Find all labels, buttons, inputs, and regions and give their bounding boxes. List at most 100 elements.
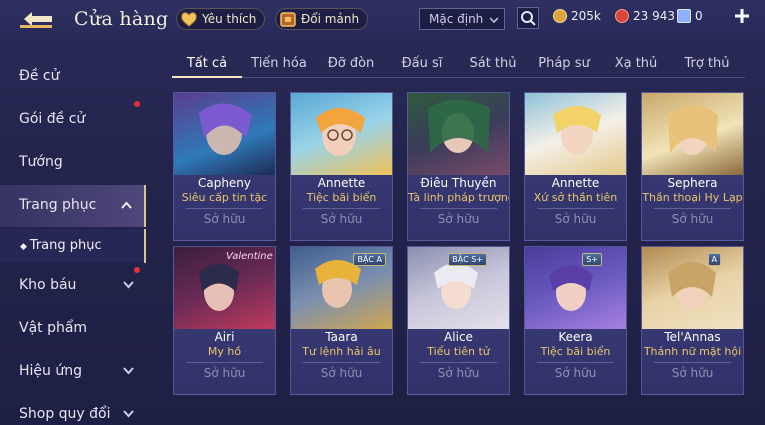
favorites-button[interactable]: Yêu thích (176, 8, 266, 30)
search-icon (521, 11, 536, 26)
skin-name: Tà linh pháp trượng (408, 191, 509, 204)
skin-art: BẬC S+ (408, 247, 509, 329)
skin-art (174, 93, 275, 175)
sidebar-subitem-skins[interactable]: ◆ Trang phục (0, 229, 146, 263)
sidebar-item-label: Kho báu (19, 277, 77, 293)
add-currency-button[interactable] (733, 8, 751, 26)
skin-card[interactable]: S+ Keera Tiệc bãi biển Sở hữu (524, 246, 627, 395)
divider (420, 362, 497, 363)
hero-name: Tel'Annas (664, 330, 721, 344)
bullet-icon: ◆ (20, 242, 30, 252)
exchange-fragments-button[interactable]: Đổi mảnh (275, 8, 369, 30)
sidebar: Đề cử Gói đề cử Tướng Trang phục ◆ Trang… (0, 38, 148, 425)
skin-art (408, 93, 509, 175)
category-tabs: Tất cả Tiến hóa Đỡ đòn Đấu sĩ Sát thủ Ph… (172, 52, 745, 78)
sort-dropdown[interactable]: Mặc định (419, 8, 505, 30)
owned-status: Sở hữu (671, 366, 714, 380)
sidebar-item-label: Đề cử (19, 68, 60, 84)
skin-art: Valentine (174, 247, 275, 329)
active-tab-underline (172, 76, 242, 78)
art-caption: Valentine (226, 251, 273, 262)
sidebar-item-label: Tướng (19, 154, 63, 170)
skin-art: S+ (525, 247, 626, 329)
tier-badge: A (707, 253, 721, 266)
voucher-currency: 0 (677, 9, 703, 23)
ruby-currency: 23 943 (615, 9, 675, 23)
tab-all[interactable]: Tất cả (178, 56, 236, 71)
skin-card[interactable]: Annette Tiệc bãi biển Sở hữu (290, 92, 393, 241)
owned-status: Sở hữu (203, 366, 246, 380)
hero-name: Taara (325, 330, 358, 344)
chevron-down-icon (123, 410, 134, 418)
tab-fighter[interactable]: Đấu sĩ (393, 56, 451, 71)
owned-status: Sở hữu (554, 366, 597, 380)
divider (186, 208, 263, 209)
tab-evolution[interactable]: Tiến hóa (250, 56, 308, 71)
tier-badge: BẬC S+ (448, 253, 487, 266)
tab-mage[interactable]: Pháp sư (535, 56, 593, 71)
gold-currency: 205k (553, 9, 601, 23)
tab-tank[interactable]: Đỡ đòn (322, 56, 380, 71)
skin-name: Tiệc bãi biển (306, 191, 377, 204)
sidebar-item-skins[interactable]: Trang phục (0, 185, 146, 227)
skin-name: My hồ (207, 345, 242, 358)
tab-support[interactable]: Trợ thủ (678, 56, 736, 71)
tab-assassin[interactable]: Sát thủ (464, 56, 522, 71)
divider (654, 208, 731, 209)
skin-card[interactable]: A Tel'Annas Thánh nữ mặt hội Sở hữu (641, 246, 744, 395)
skin-card[interactable]: Annette Xứ sở thần tiên Sở hữu (524, 92, 627, 241)
hero-name: Sephera (667, 176, 718, 190)
owned-status: Sở hữu (203, 212, 246, 226)
sidebar-item-treasure[interactable]: Kho báu (0, 265, 146, 307)
sidebar-item-label: Trang phục (19, 197, 97, 213)
divider (303, 208, 380, 209)
hero-name: Airi (214, 330, 235, 344)
sidebar-item-featured-bundles[interactable]: Gói đề cử (0, 99, 146, 141)
skin-card[interactable]: BẬC S+ Alice Tiểu tiên tử Sở hữu (407, 246, 510, 395)
page-title: Cửa hàng (74, 8, 169, 30)
skin-card[interactable]: Capheny Siêu cấp tin tặc Sở hữu (173, 92, 276, 241)
skin-card[interactable]: BẬC A Taara Tư lệnh hải âu Sở hữu (290, 246, 393, 395)
chevron-down-icon (490, 17, 498, 24)
notification-dot (134, 267, 140, 273)
hero-name: Keera (558, 330, 593, 344)
gold-amount: 205k (571, 9, 601, 23)
sidebar-item-label: Vật phẩm (19, 320, 88, 336)
sidebar-item-heroes[interactable]: Tướng (0, 142, 146, 184)
sidebar-item-label: Shop quy đổi (19, 406, 111, 422)
owned-status: Sở hữu (437, 212, 480, 226)
divider (186, 362, 263, 363)
chevron-down-icon (123, 367, 134, 375)
skin-name: Tiệc bãi biển (540, 345, 611, 358)
skin-card[interactable]: Sephera Thần thoại Hy Lạp Sở hữu (641, 92, 744, 241)
heart-icon (181, 12, 197, 27)
sidebar-item-items[interactable]: Vật phẩm (0, 308, 146, 350)
tab-marksman[interactable]: Xạ thủ (607, 56, 665, 71)
search-button[interactable] (517, 7, 539, 29)
tier-badge: BẬC A (353, 253, 386, 266)
chevron-up-icon (121, 201, 132, 209)
owned-status: Sở hữu (437, 366, 480, 380)
skin-art: BẬC A (291, 247, 392, 329)
fragment-chest-icon (280, 12, 296, 27)
skin-card[interactable]: Valentine Airi My hồ Sở hữu (173, 246, 276, 395)
sidebar-item-featured[interactable]: Đề cử (0, 56, 146, 98)
sidebar-subitem-label: Trang phục (29, 238, 102, 253)
hero-name: Annette (317, 176, 366, 190)
voucher-icon (677, 9, 691, 23)
tier-badge: S+ (582, 253, 602, 266)
top-bar: Cửa hàng Yêu thích Đổi mảnh Mặc định 205… (0, 0, 765, 38)
sidebar-item-exchange-shop[interactable]: Shop quy đổi (0, 394, 146, 425)
skin-art: A (642, 247, 743, 329)
exchange-label: Đổi mảnh (301, 12, 360, 26)
back-arrow-icon[interactable] (18, 8, 58, 30)
sidebar-item-effects[interactable]: Hiệu ứng (0, 351, 146, 393)
plus-icon (735, 9, 749, 23)
ruby-amount: 23 943 (633, 9, 675, 23)
hero-name: Capheny (197, 176, 252, 190)
skin-card[interactable]: Điêu Thuyền Tà linh pháp trượng Sở hữu (407, 92, 510, 241)
skin-name: Tư lệnh hải âu (302, 345, 381, 358)
chevron-down-icon (123, 281, 134, 289)
voucher-amount: 0 (695, 9, 703, 23)
divider (537, 208, 614, 209)
